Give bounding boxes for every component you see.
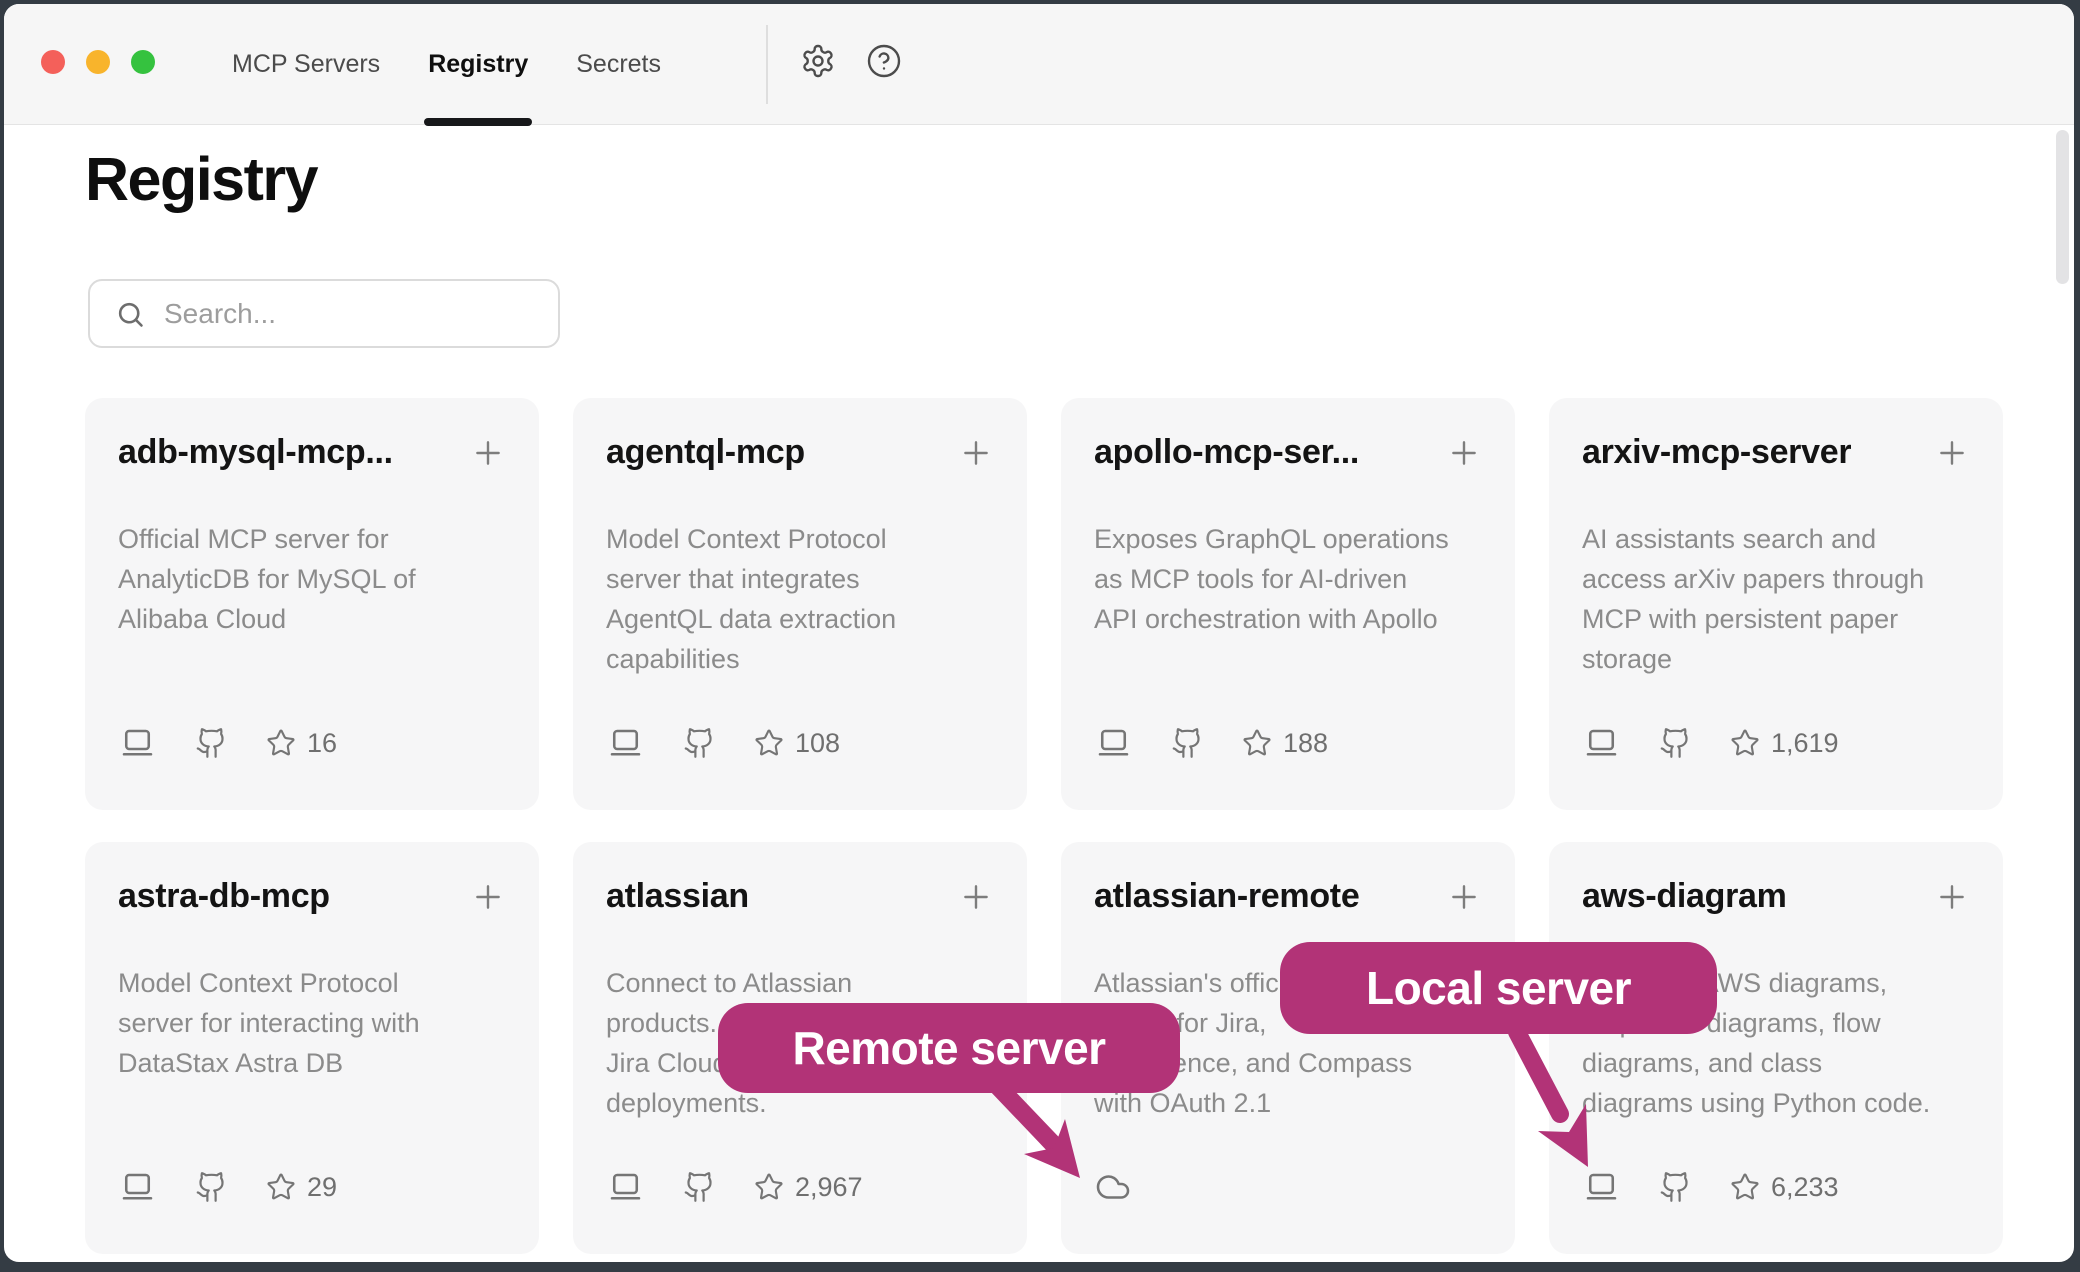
card-title: atlassian — [606, 876, 749, 916]
star-count: 29 — [307, 1172, 337, 1203]
card-footer: 188 — [1094, 723, 1495, 763]
callout-label: Remote server — [792, 1021, 1105, 1075]
plus-icon — [959, 436, 993, 470]
star-icon — [754, 728, 784, 758]
server-card[interactable]: astra-db-mcp Model Context Protocol serv… — [85, 842, 539, 1254]
star-group: 16 — [266, 728, 337, 759]
card-footer — [1094, 1167, 1495, 1207]
add-server-button[interactable] — [1935, 880, 1969, 914]
card-footer: 29 — [118, 1167, 519, 1207]
card-footer: 2,967 — [606, 1167, 1007, 1207]
cloud-icon — [1094, 1169, 1132, 1205]
plus-icon — [471, 436, 505, 470]
star-icon — [266, 728, 296, 758]
remote-server-callout: Remote server — [718, 1003, 1180, 1093]
add-server-button[interactable] — [959, 880, 993, 914]
github-icon[interactable] — [1659, 1170, 1692, 1204]
star-group: 1,619 — [1730, 728, 1839, 759]
plus-icon — [959, 880, 993, 914]
card-title: aws-diagram — [1582, 876, 1787, 916]
server-card[interactable]: arxiv-mcp-server AI assistants search an… — [1549, 398, 2003, 810]
star-count: 2,967 — [795, 1172, 863, 1203]
laptop-icon — [1094, 725, 1133, 761]
card-title: apollo-mcp-ser... — [1094, 432, 1359, 472]
card-description: Model Context Protocol server that integ… — [606, 519, 1006, 679]
star-group: 29 — [266, 1172, 337, 1203]
card-description: AI assistants search and access arXiv pa… — [1582, 519, 1982, 679]
card-title: adb-mysql-mcp... — [118, 432, 393, 472]
server-card[interactable]: adb-mysql-mcp... Official MCP server for… — [85, 398, 539, 810]
add-server-button[interactable] — [471, 880, 505, 914]
star-count: 16 — [307, 728, 337, 759]
star-group: 6,233 — [1730, 1172, 1839, 1203]
laptop-icon — [606, 725, 645, 761]
laptop-icon — [118, 725, 157, 761]
laptop-icon — [606, 1169, 645, 1205]
laptop-icon — [1582, 725, 1621, 761]
github-icon[interactable] — [1171, 726, 1204, 760]
plus-icon — [471, 880, 505, 914]
add-server-button[interactable] — [1447, 880, 1481, 914]
add-server-button[interactable] — [959, 436, 993, 470]
star-group: 108 — [754, 728, 840, 759]
card-footer: 16 — [118, 723, 519, 763]
github-icon[interactable] — [683, 726, 716, 760]
plus-icon — [1935, 436, 1969, 470]
card-footer: 6,233 — [1582, 1167, 1983, 1207]
github-icon[interactable] — [1659, 726, 1692, 760]
card-footer: 108 — [606, 723, 1007, 763]
star-group: 2,967 — [754, 1172, 863, 1203]
github-icon[interactable] — [195, 726, 228, 760]
star-icon — [1730, 1172, 1760, 1202]
star-count: 108 — [795, 728, 840, 759]
card-title: astra-db-mcp — [118, 876, 330, 916]
add-server-button[interactable] — [1935, 436, 1969, 470]
card-footer: 1,619 — [1582, 723, 1983, 763]
card-description: Model Context Protocol server for intera… — [118, 963, 518, 1083]
scrollbar-thumb[interactable] — [2056, 130, 2069, 284]
app-window: MCP Servers Registry Secrets — [4, 4, 2074, 1262]
add-server-button[interactable] — [471, 436, 505, 470]
star-group: 188 — [1242, 728, 1328, 759]
github-icon[interactable] — [195, 1170, 228, 1204]
server-card[interactable]: apollo-mcp-ser... Exposes GraphQL operat… — [1061, 398, 1515, 810]
github-icon[interactable] — [683, 1170, 716, 1204]
laptop-icon — [1582, 1169, 1621, 1205]
plus-icon — [1447, 880, 1481, 914]
star-count: 1,619 — [1771, 728, 1839, 759]
star-count: 188 — [1283, 728, 1328, 759]
plus-icon — [1935, 880, 1969, 914]
star-icon — [1730, 728, 1760, 758]
star-icon — [266, 1172, 296, 1202]
laptop-icon — [118, 1169, 157, 1205]
server-card[interactable]: agentql-mcp Model Context Protocol serve… — [573, 398, 1027, 810]
add-server-button[interactable] — [1447, 436, 1481, 470]
card-title: arxiv-mcp-server — [1582, 432, 1851, 472]
local-server-callout: Local server — [1280, 942, 1717, 1034]
card-title: atlassian-remote — [1094, 876, 1359, 916]
card-description: Official MCP server for AnalyticDB for M… — [118, 519, 518, 639]
star-icon — [1242, 728, 1272, 758]
star-icon — [754, 1172, 784, 1202]
card-description: Exposes GraphQL operations as MCP tools … — [1094, 519, 1494, 639]
plus-icon — [1447, 436, 1481, 470]
star-count: 6,233 — [1771, 1172, 1839, 1203]
callout-label: Local server — [1366, 961, 1631, 1015]
server-card[interactable]: aws-diagram Generate AWS diagrams, seque… — [1549, 842, 2003, 1254]
card-title: agentql-mcp — [606, 432, 805, 472]
